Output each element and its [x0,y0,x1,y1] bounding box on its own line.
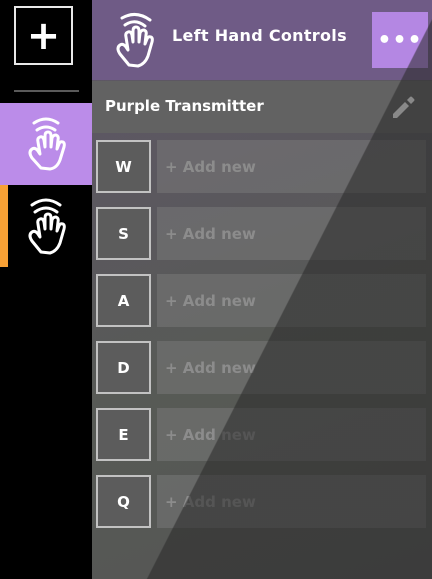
key-label[interactable]: W [96,140,151,193]
add-new-field[interactable]: + Add new [157,408,426,461]
key-label[interactable]: A [96,274,151,327]
add-new-field[interactable]: + Add new [157,341,426,394]
hand-wave-icon [28,198,66,255]
app-root: + Left Hand Controls ••• Purple Transmit… [0,0,432,579]
add-new-field[interactable]: + Add new [157,274,426,327]
transmitter-name: Purple Transmitter [105,97,264,115]
key-label[interactable]: S [96,207,151,260]
rail-item-right-hand[interactable] [0,185,92,267]
key-label[interactable]: Q [96,475,151,528]
hand-wave-icon [116,13,154,68]
selection-accent [0,185,8,267]
edit-pencil-icon[interactable] [390,95,416,121]
rail-item-left-hand[interactable] [0,103,92,185]
more-options-button[interactable]: ••• [372,12,428,68]
transmitter-header: Purple Transmitter [92,81,432,133]
key-row-q: Q + Add new [96,473,426,531]
add-new-field[interactable]: + Add new [157,140,426,193]
add-new-field[interactable]: + Add new [157,207,426,260]
add-new-field[interactable]: + Add new [157,475,426,528]
key-row-s: S + Add new [96,205,426,263]
rail-divider [14,90,79,92]
key-label[interactable]: E [96,408,151,461]
panel-header: Left Hand Controls ••• [92,0,432,80]
key-row-d: D + Add new [96,339,426,397]
key-row-e: E + Add new [96,406,426,464]
add-button[interactable]: + [14,6,73,65]
page-title: Left Hand Controls [172,26,347,45]
key-row-a: A + Add new [96,272,426,330]
key-label[interactable]: D [96,341,151,394]
left-rail: + [0,0,92,579]
key-row-w: W + Add new [96,138,426,196]
hand-wave-icon [28,117,66,171]
controls-panel: Left Hand Controls ••• Purple Transmitte… [92,0,432,579]
